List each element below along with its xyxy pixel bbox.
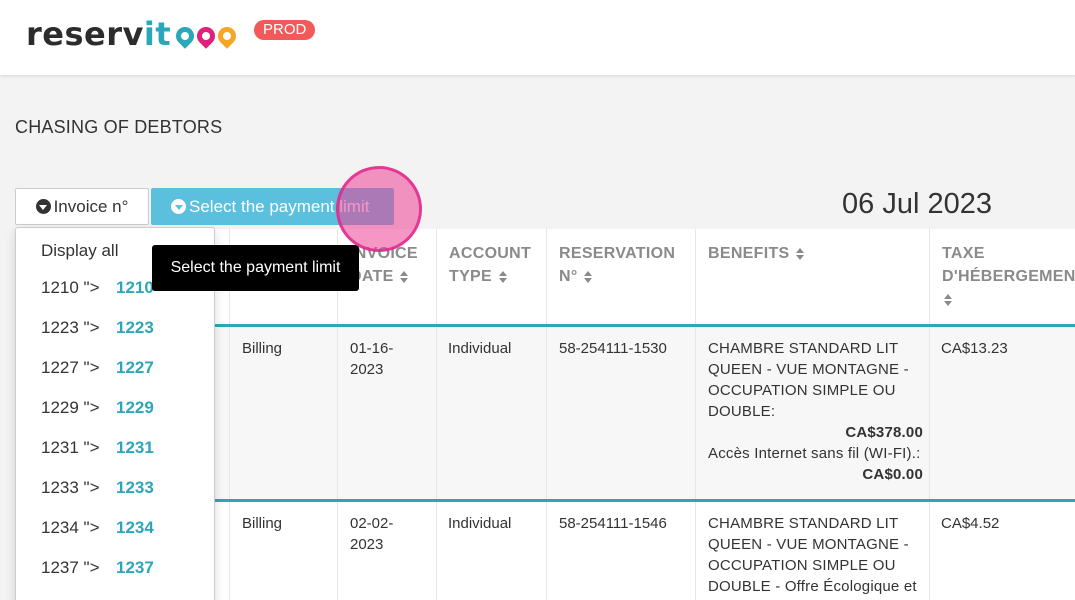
row-2-tax: CA$4.52: [941, 515, 1000, 532]
column-divider: [929, 229, 930, 600]
page-title: CHASING OF DEBTORS: [15, 117, 223, 137]
row-2-kind: Billing: [242, 515, 283, 532]
dropdown-option[interactable]: 1231 "> 1231: [41, 438, 154, 458]
sort-icon[interactable]: [584, 270, 593, 283]
dropdown-option[interactable]: 1227 "> 1227: [41, 358, 154, 378]
row-1-kind: Billing: [242, 340, 283, 357]
row-2-account-type: Individual: [448, 515, 512, 532]
dropdown-option[interactable]: 1237 "> 1237: [41, 558, 154, 578]
row-2-benefits: CHAMBRE STANDARD LIT QUEEN - VUE MONTAGN…: [708, 515, 917, 595]
row-2-invoice-date: 02-02- 2023: [350, 515, 394, 553]
row-1-invoice-date: 01-16- 2023: [350, 340, 394, 378]
col-header-reservation[interactable]: RESERVATION N°: [547, 229, 695, 325]
clock-pin-icon: [214, 23, 240, 49]
row-1-tax: CA$13.23: [941, 340, 1008, 357]
row-1-account-type: Individual: [448, 340, 512, 357]
payment-limit-label: Select the payment limit: [189, 196, 370, 216]
column-divider: [436, 229, 437, 600]
row-1-reservation-number[interactable]: 58-254111-1530: [559, 338, 667, 359]
row-2-reservation-number[interactable]: 58-254111-1546: [559, 513, 667, 534]
logo-pins: [172, 23, 240, 49]
row-1-benefits: CHAMBRE STANDARD LIT QUEEN - VUE MONTAGN…: [708, 340, 923, 483]
dropdown-option[interactable]: 1210 "> 1210: [41, 278, 154, 298]
sort-icon[interactable]: [498, 270, 507, 283]
column-divider: [546, 229, 547, 600]
environment-badge: PROD: [254, 20, 316, 40]
column-divider: [695, 229, 696, 600]
payment-limit-button[interactable]: Select the payment limit: [151, 188, 394, 225]
col-header-benefits[interactable]: BENEFITS: [696, 229, 929, 325]
col-header-tax[interactable]: TAXE D'HÉBERGEMENT: [930, 229, 1075, 325]
invoice-number-filter-button[interactable]: Invoice n°: [15, 188, 149, 225]
chevron-down-icon: [35, 199, 51, 214]
sort-icon[interactable]: [796, 247, 805, 260]
top-header: reservit PROD: [0, 0, 1075, 75]
current-date: 06 Jul 2023: [842, 188, 992, 220]
dropdown-option[interactable]: 1223 "> 1223: [41, 318, 154, 338]
dropdown-option[interactable]: 1233 "> 1233: [41, 478, 154, 498]
dining-pin-icon: [193, 23, 219, 49]
sort-icon[interactable]: [944, 293, 952, 306]
col-header-account-type[interactable]: ACCOUNT TYPE: [437, 229, 547, 325]
payment-limit-tooltip: Select the payment limit: [152, 245, 359, 291]
dropdown-display-all[interactable]: Display all: [41, 241, 118, 261]
invoice-filter-label: Invoice n°: [53, 196, 129, 216]
bed-pin-icon: [172, 23, 198, 49]
logo-text: reservit: [26, 15, 172, 53]
sort-icon[interactable]: [400, 270, 409, 283]
chevron-down-icon: [171, 199, 186, 214]
reservit-logo[interactable]: reservit: [26, 14, 240, 54]
dropdown-option[interactable]: 1234 "> 1234: [41, 518, 154, 538]
dropdown-option[interactable]: 1229 "> 1229: [41, 398, 154, 418]
